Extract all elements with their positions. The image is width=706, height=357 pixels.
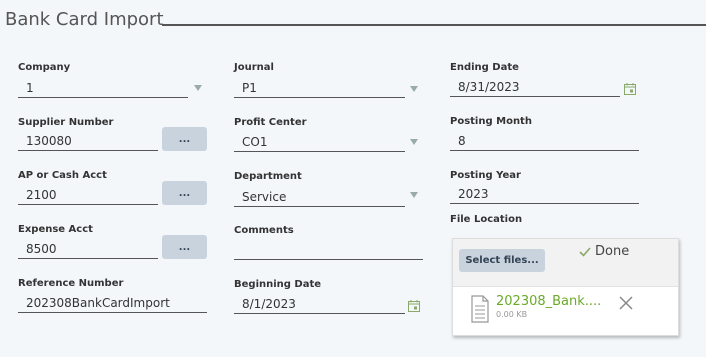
company-value: 1 — [26, 81, 34, 95]
journal-label: Journal — [234, 62, 274, 73]
supplier-number-field[interactable]: 130080 — [18, 133, 158, 151]
expense-acct-value: 8500 — [26, 242, 57, 256]
file-upload-panel: Select files... Done 202308_Bank.... 0.0… — [452, 238, 679, 336]
page-title: Bank Card Import — [5, 9, 164, 30]
chevron-down-icon[interactable] — [410, 192, 418, 198]
department-label: Department — [234, 171, 302, 182]
posting-month-label: Posting Month — [450, 116, 532, 127]
supplier-number-value: 130080 — [26, 134, 72, 148]
ending-date-field[interactable]: 8/31/2023 — [450, 79, 620, 97]
posting-year-field[interactable]: 2023 — [450, 186, 639, 204]
profit-center-value: CO1 — [242, 135, 268, 149]
expense-acct-label: Expense Acct — [18, 224, 93, 235]
select-files-button[interactable]: Select files... — [459, 249, 545, 272]
beginning-date-value: 8/1/2023 — [242, 297, 296, 311]
upload-toolbar: Select files... Done — [453, 239, 678, 287]
comments-field[interactable] — [234, 242, 423, 260]
chevron-down-icon[interactable] — [410, 139, 418, 145]
ap-cash-acct-value: 2100 — [26, 188, 57, 202]
remove-file-icon[interactable] — [619, 296, 633, 310]
check-icon — [579, 246, 591, 257]
chevron-down-icon[interactable] — [194, 85, 202, 91]
reference-number-label: Reference Number — [18, 278, 124, 289]
department-dropdown[interactable]: Service — [234, 189, 405, 207]
calendar-icon[interactable] — [624, 83, 636, 95]
done-label: Done — [595, 244, 630, 259]
calendar-icon[interactable] — [408, 300, 420, 312]
uploaded-file-name[interactable]: 202308_Bank.... — [496, 294, 601, 309]
company-dropdown[interactable]: 1 — [18, 80, 188, 98]
chevron-down-icon[interactable] — [410, 86, 418, 92]
title-divider — [162, 24, 706, 26]
uploaded-file-size: 0.00 KB — [496, 310, 528, 319]
file-icon — [471, 295, 489, 323]
supplier-lookup-button[interactable]: ... — [162, 127, 207, 151]
expense-acct-field[interactable]: 8500 — [18, 241, 158, 259]
reference-number-field[interactable]: 202308BankCardImport — [18, 295, 207, 313]
ap-cash-acct-label: AP or Cash Acct — [18, 170, 107, 181]
journal-value: P1 — [242, 81, 257, 95]
department-value: Service — [242, 190, 287, 204]
ending-date-label: Ending Date — [450, 62, 519, 73]
file-location-label: File Location — [450, 214, 523, 225]
beginning-date-label: Beginning Date — [234, 279, 322, 290]
journal-dropdown[interactable]: P1 — [234, 80, 405, 98]
expense-lookup-button[interactable]: ... — [162, 235, 207, 259]
comments-label: Comments — [234, 225, 294, 236]
posting-month-field[interactable]: 8 — [450, 133, 639, 151]
posting-month-value: 8 — [458, 134, 466, 148]
posting-year-value: 2023 — [458, 187, 489, 201]
profit-center-label: Profit Center — [234, 117, 307, 128]
upload-status: Done — [579, 244, 629, 259]
ap-cash-acct-field[interactable]: 2100 — [18, 187, 158, 205]
supplier-number-label: Supplier Number — [18, 117, 114, 128]
posting-year-label: Posting Year — [450, 170, 521, 181]
company-label: Company — [18, 62, 71, 73]
ending-date-value: 8/31/2023 — [458, 80, 520, 94]
ap-cash-lookup-button[interactable]: ... — [162, 181, 207, 205]
profit-center-dropdown[interactable]: CO1 — [234, 134, 405, 152]
beginning-date-field[interactable]: 8/1/2023 — [234, 296, 405, 314]
reference-number-value: 202308BankCardImport — [26, 296, 170, 310]
